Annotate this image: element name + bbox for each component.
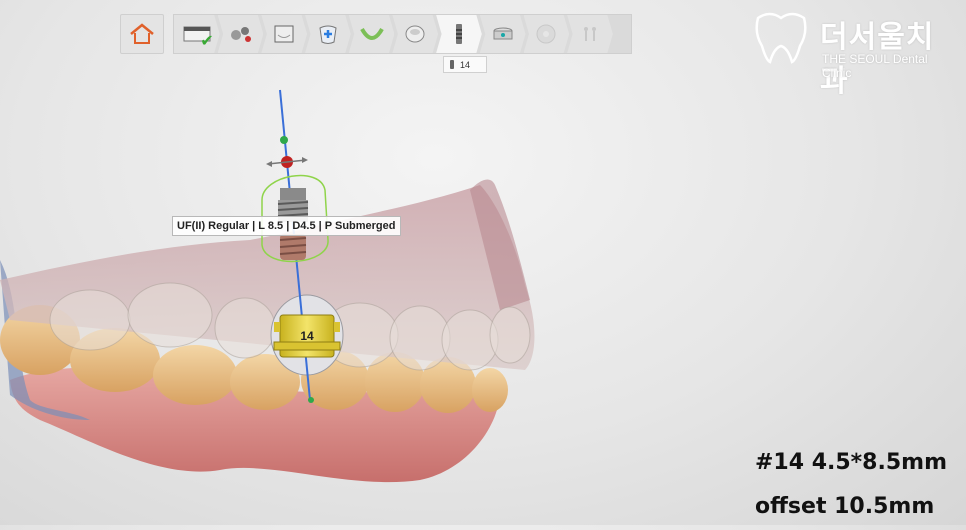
tooth-logo-icon (755, 12, 807, 64)
tooth-site-number: 14 (300, 329, 314, 343)
step-arch[interactable] (348, 15, 395, 53)
step-model[interactable] (261, 15, 308, 53)
arch-icon (359, 27, 384, 40)
align-tools-icon (230, 27, 251, 42)
sleeve-icon (493, 27, 513, 40)
step-scan-data[interactable]: ✔ (174, 15, 220, 53)
home-button[interactable] (120, 14, 164, 54)
step-align-tools[interactable] (217, 15, 264, 53)
offset-caption: offset 10.5mm (755, 494, 935, 519)
tooltip-label: 14 (460, 59, 471, 70)
crown-icon (405, 25, 425, 43)
implant-mini-icon (450, 60, 454, 69)
implant-icon (455, 24, 462, 44)
export-icon (584, 27, 597, 41)
add-tooth-icon (319, 25, 337, 44)
home-icon (130, 23, 154, 44)
step-implant[interactable] (436, 15, 482, 53)
implant-step-tooltip: 14 (443, 56, 487, 73)
step-crown[interactable] (392, 15, 439, 53)
step-export[interactable] (567, 15, 613, 53)
step-add-tooth[interactable] (305, 15, 351, 53)
implant-spec-label: UF(II) Regular | L 8.5 | D4.5 | P Submer… (172, 216, 401, 236)
clinic-logo: 더서울치과 THE SEOUL Dental Clinic (750, 8, 960, 98)
step-guide-disc[interactable] (523, 15, 570, 53)
implant-size-caption: #14 4.5*8.5mm (755, 450, 948, 475)
workflow-toolbar: ✔ (173, 14, 632, 54)
clinic-name-english: THE SEOUL Dental Clinic (822, 52, 928, 80)
step-sleeve[interactable] (479, 15, 526, 53)
completed-check-icon: ✔ (200, 33, 214, 50)
model-icon (274, 25, 294, 43)
guide-disc-icon (536, 24, 556, 44)
